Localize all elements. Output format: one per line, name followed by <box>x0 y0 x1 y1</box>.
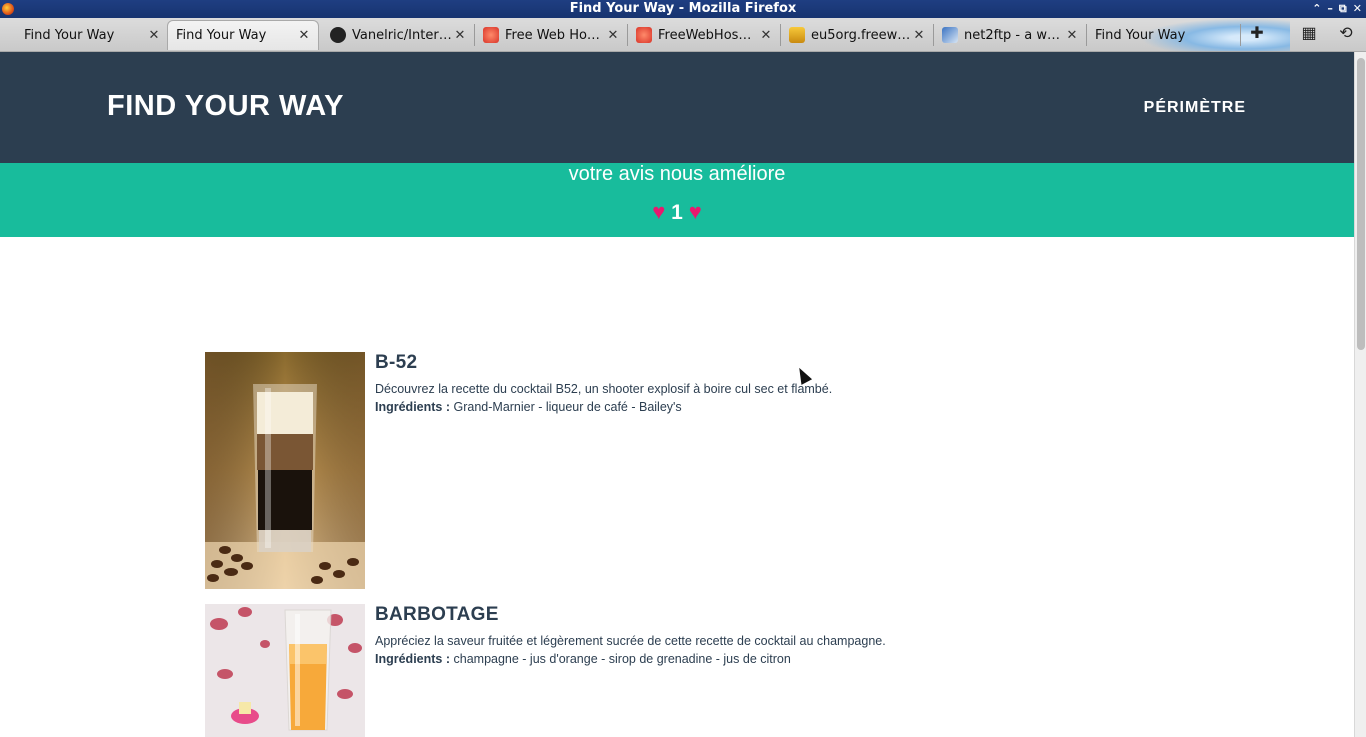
minimize-icon[interactable]: – <box>1327 0 1333 18</box>
tab-label: Vanelric/Inter… <box>352 27 452 43</box>
vertical-scrollbar[interactable] <box>1354 52 1366 737</box>
close-icon[interactable]: ✕ <box>758 28 774 43</box>
tab-freewebhosting[interactable]: FreeWebHos… ✕ <box>628 20 780 50</box>
heart-icon[interactable]: ♥ <box>689 199 702 224</box>
tab-label: Find Your Way <box>24 27 115 43</box>
chevron-up-icon[interactable]: ⌃ <box>1312 0 1321 18</box>
site-header: FIND YOUR WAY PÉRIMÈTRE <box>0 52 1354 163</box>
ingredients-label: Ingrédients : <box>375 400 451 414</box>
close-icon[interactable]: ✕ <box>1064 28 1080 43</box>
recipe-ingredients: Ingrédients : champagne - jus d'orange -… <box>375 650 886 668</box>
close-icon[interactable]: ✕ <box>452 28 468 43</box>
tab-separator <box>1240 24 1241 46</box>
heart-icon[interactable]: ♥ <box>652 199 665 224</box>
feedback-banner: votre avis nous améliore ♥ 1 ♥ <box>0 163 1354 237</box>
ingredients-list: champagne - jus d'orange - sirop de gren… <box>453 652 791 666</box>
recipe-item: BARBOTAGE Appréciez la saveur fruitée et… <box>205 604 1105 737</box>
scrollbar-thumb[interactable] <box>1357 58 1365 350</box>
freewebhosting-icon <box>636 27 652 43</box>
brand-title[interactable]: FIND YOUR WAY <box>107 90 344 123</box>
recipe-title[interactable]: BARBOTAGE <box>375 604 886 626</box>
recipe-body: BARBOTAGE Appréciez la saveur fruitée et… <box>375 604 886 668</box>
tab-strip: Find Your Way ✕ Find Your Way ✕ Vanelric… <box>0 18 1366 52</box>
recipe-description: Appréciez la saveur fruitée et légèremen… <box>375 634 886 648</box>
window-titlebar: Find Your Way - Mozilla Firefox ⌃ – ⧉ ✕ <box>0 0 1366 18</box>
ingredients-list: Grand-Marnier - liqueur de café - Bailey… <box>453 400 682 414</box>
tab-label: Find Your Way <box>176 28 267 43</box>
tab-label: Free Web Ho… <box>505 27 600 43</box>
tab-label: Find Your Way <box>1095 27 1186 43</box>
net2ftp-icon <box>942 27 958 43</box>
tab-groups-icon[interactable]: ▦ <box>1298 23 1320 45</box>
firefox-icon[interactable] <box>2 3 14 15</box>
recipe-image-b52[interactable] <box>205 352 365 589</box>
tab-label: FreeWebHos… <box>658 27 752 43</box>
window-title: Find Your Way - Mozilla Firefox <box>569 1 797 16</box>
window-controls: ⌃ – ⧉ ✕ <box>1312 0 1362 18</box>
tab-free-web-hosting[interactable]: Free Web Ho… ✕ <box>475 20 627 50</box>
tab-github[interactable]: Vanelric/Inter… ✕ <box>322 20 474 50</box>
like-counter[interactable]: ♥ 1 ♥ <box>0 199 1354 225</box>
restore-icon[interactable]: ⧉ <box>1339 0 1347 18</box>
ingredients-label: Ingrédients : <box>375 652 451 666</box>
recipe-description: Découvrez la recette du cocktail B52, un… <box>375 382 833 396</box>
recipe-ingredients: Ingrédients : Grand-Marnier - liqueur de… <box>375 398 832 416</box>
eu5-icon <box>789 27 805 43</box>
nav-link-perimetre[interactable]: PÉRIMÈTRE <box>1144 99 1246 117</box>
tab-find-your-way-2[interactable]: Find Your Way ✕ <box>167 20 319 50</box>
banner-tagline: votre avis nous améliore <box>568 163 786 185</box>
close-icon[interactable]: ✕ <box>296 28 312 43</box>
tab-eu5org[interactable]: eu5org.freew… ✕ <box>781 20 933 50</box>
recipe-title[interactable]: B-52 <box>375 352 832 374</box>
like-count: 1 <box>671 201 683 224</box>
tab-label: eu5org.freew… <box>811 27 911 43</box>
tab-net2ftp[interactable]: net2ftp - a w… ✕ <box>934 20 1086 50</box>
history-icon[interactable]: ⟲ <box>1335 23 1357 45</box>
close-icon[interactable]: ✕ <box>911 28 927 43</box>
tab-find-your-way-3[interactable]: Find Your Way <box>1087 20 1187 50</box>
tab-label: net2ftp - a w… <box>964 27 1060 43</box>
tab-find-your-way-1[interactable]: Find Your Way ✕ <box>16 20 168 50</box>
github-icon <box>330 27 346 43</box>
close-icon[interactable]: ✕ <box>605 28 621 43</box>
recipe-item: B-52 Découvrez la recette du cocktail B5… <box>205 352 1105 589</box>
recipe-image-barbotage[interactable] <box>205 604 365 737</box>
close-icon[interactable]: ✕ <box>1353 0 1362 18</box>
new-tab-icon[interactable]: ✚ <box>1246 23 1268 45</box>
close-icon[interactable]: ✕ <box>146 28 162 43</box>
recipe-body: B-52 Découvrez la recette du cocktail B5… <box>375 352 832 416</box>
freewebhosting-icon <box>483 27 499 43</box>
